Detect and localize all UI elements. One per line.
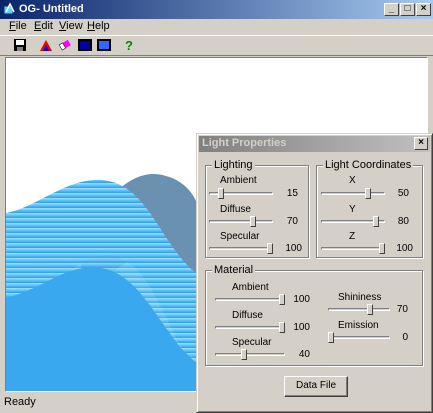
lighting-specular-value: 100 [285, 243, 302, 254]
slider-thumb[interactable] [367, 304, 373, 315]
menu-view[interactable]: View [59, 20, 83, 32]
menu-help-mnemonic: H [87, 20, 95, 32]
coord-y-value: 80 [397, 216, 409, 227]
material-ambient-slider[interactable] [215, 294, 285, 306]
material-shininess-slider[interactable] [328, 304, 390, 316]
material-shininess-label: Shininess [338, 292, 382, 303]
coord-z-value: 100 [396, 243, 413, 254]
coord-z-slider[interactable] [321, 243, 385, 255]
light-coordinates-group: Light Coordinates X 50 Y 80 Z 100 [316, 159, 423, 258]
help-icon[interactable]: ? [121, 37, 137, 53]
lighting-specular-slider[interactable] [209, 243, 273, 255]
slider-thumb[interactable] [218, 188, 224, 199]
material-emission-slider[interactable] [328, 332, 390, 344]
slider-thumb[interactable] [250, 216, 256, 227]
light-properties-dialog: Light Properties × Lighting Ambient 15 D… [196, 133, 433, 413]
slider-track [209, 220, 273, 223]
slider-thumb[interactable] [328, 332, 334, 343]
material-specular-value: 40 [298, 349, 310, 360]
slider-thumb[interactable] [279, 322, 285, 333]
lighting-diffuse-slider[interactable] [209, 216, 273, 228]
menu-edit-label: dit [41, 20, 53, 32]
coord-y-slider[interactable] [321, 216, 385, 228]
toolbar: ? [0, 35, 433, 56]
material-ambient-label: Ambient [232, 282, 269, 293]
dialog-title-bar[interactable]: Light Properties × [199, 136, 430, 152]
slider-thumb[interactable] [241, 349, 247, 360]
slider-thumb[interactable] [279, 294, 285, 305]
coord-z-label: Z [349, 231, 356, 242]
eraser-icon[interactable] [57, 37, 73, 53]
coord-y-label: Y [349, 204, 356, 215]
slider-thumb[interactable] [267, 243, 273, 254]
material-ambient-value: 100 [293, 294, 310, 305]
slider-track [215, 298, 285, 301]
lighting-ambient-value: 15 [286, 188, 298, 199]
material-emission-value: 0 [402, 332, 408, 343]
dialog-close-button[interactable]: × [414, 137, 428, 150]
slider-track [328, 308, 390, 311]
slider-thumb[interactable] [373, 216, 379, 227]
slider-thumb[interactable] [365, 188, 371, 199]
material-diffuse-slider[interactable] [215, 322, 285, 334]
menu-help-label: elp [94, 20, 110, 32]
color-icon[interactable] [38, 37, 54, 53]
slider-track [215, 326, 285, 329]
status-text: Ready [4, 396, 36, 408]
svg-text:?: ? [125, 38, 133, 53]
light-coordinates-group-label: Light Coordinates [323, 159, 414, 171]
slider-track [321, 192, 385, 195]
menu-file-mnemonic: F [9, 20, 16, 32]
menu-file[interactable]: File [9, 20, 27, 32]
lighting-ambient-slider[interactable] [209, 188, 273, 200]
slider-track [328, 336, 390, 339]
window-icon[interactable] [96, 37, 112, 53]
material-shininess-value: 70 [396, 304, 408, 315]
menu-file-label: ile [15, 20, 27, 32]
view-icon[interactable] [77, 37, 93, 53]
app-icon [3, 2, 15, 15]
menu-view-label: iew [66, 20, 83, 32]
title-bar[interactable]: OG- Untitled _ □ × [0, 0, 433, 19]
slider-thumb[interactable] [379, 243, 385, 254]
material-group: Material Ambient 100 Diffuse 100 Specula… [205, 264, 423, 366]
menu-edit[interactable]: Edit [34, 20, 53, 32]
material-emission-label: Emission [338, 320, 379, 331]
menu-help[interactable]: Help [87, 20, 110, 32]
lighting-group-label: Lighting [212, 159, 255, 171]
lighting-diffuse-value: 70 [286, 216, 298, 227]
lighting-ambient-label: Ambient [220, 175, 257, 186]
material-group-label: Material [212, 264, 256, 276]
maximize-button[interactable]: □ [400, 3, 415, 16]
lighting-specular-label: Specular [220, 231, 260, 242]
slider-track [209, 247, 273, 250]
window-title: OG- Untitled [19, 3, 84, 15]
data-file-button[interactable]: Data File [284, 376, 348, 397]
material-diffuse-label: Diffuse [232, 310, 263, 321]
lighting-diffuse-label: Diffuse [220, 204, 251, 215]
coord-x-value: 50 [397, 188, 409, 199]
coord-x-label: X [349, 175, 356, 186]
close-button[interactable]: × [416, 3, 431, 16]
dialog-title: Light Properties [202, 137, 287, 149]
slider-track [321, 247, 385, 250]
coord-x-slider[interactable] [321, 188, 385, 200]
material-diffuse-value: 100 [293, 322, 310, 333]
slider-track [215, 353, 285, 356]
save-icon[interactable] [12, 37, 28, 53]
menu-bar: File Edit View Help [0, 19, 433, 34]
material-specular-slider[interactable] [215, 349, 285, 361]
lighting-group: Lighting Ambient 15 Diffuse 70 Specular … [205, 159, 309, 258]
material-specular-label: Specular [232, 337, 272, 348]
minimize-button[interactable]: _ [384, 3, 399, 16]
